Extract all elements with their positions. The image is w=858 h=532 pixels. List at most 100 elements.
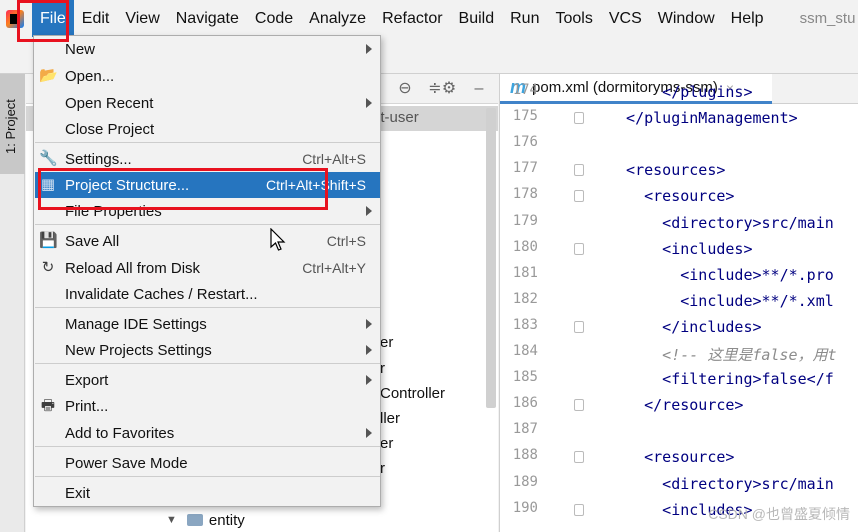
menu-item-label: Reload All from Disk [65, 259, 201, 277]
tree-item[interactable]: er [380, 334, 393, 351]
save-icon: 💾 [39, 232, 58, 249]
code-line[interactable]: <filtering>false</f [608, 370, 834, 388]
file-menu-item-close-project[interactable]: Close Project [35, 116, 380, 142]
submenu-arrow-icon [366, 44, 372, 54]
code-line[interactable]: <resource> [608, 187, 734, 205]
fold-marker-icon[interactable] [574, 164, 584, 177]
fold-marker-icon[interactable] [574, 112, 584, 125]
code-line[interactable]: </pluginManagement> [608, 109, 798, 127]
minimize-icon[interactable]: – [470, 80, 488, 98]
project-tool-label: 1: Project [3, 99, 18, 154]
menu-item-label: Add to Favorites [65, 424, 175, 442]
file-menu-item-power-save-mode[interactable]: Power Save Mode [35, 450, 380, 476]
menu-item-label: New [65, 40, 96, 58]
line-number: 177 [512, 160, 538, 177]
fold-marker-icon[interactable] [574, 503, 584, 516]
fold-marker-icon[interactable] [574, 242, 584, 255]
line-number: 181 [512, 264, 538, 281]
menu-separator [35, 224, 380, 225]
tree-item[interactable]: ller [380, 410, 400, 427]
line-number: 175 [512, 108, 538, 125]
code-line[interactable]: <include>**/*.xml [608, 292, 834, 310]
line-number: 182 [512, 290, 538, 307]
menu-separator [35, 363, 380, 364]
file-menu-item-new-projects-settings[interactable]: New Projects Settings [35, 337, 380, 363]
line-number: 183 [512, 316, 538, 333]
menu-separator [35, 476, 380, 477]
code-line[interactable]: <directory>src/main [608, 214, 834, 232]
tree-item[interactable]: er [380, 435, 393, 452]
menu-item-label: Open Recent [65, 94, 154, 112]
menu-code[interactable]: Code [247, 0, 301, 37]
file-menu-item-print[interactable]: 🖶 Print... [35, 393, 380, 419]
code-line[interactable]: <directory>src/main [608, 475, 834, 493]
line-number: 188 [512, 447, 538, 464]
chevron-down-icon[interactable]: ▼ [166, 514, 177, 526]
line-number: 174 [512, 82, 538, 98]
tree-item-entity[interactable]: ▼ entity [166, 510, 245, 530]
project-tool-window-tab[interactable]: 1: Project [0, 74, 25, 174]
menu-item-label: Invalidate Caches / Restart... [65, 285, 258, 303]
fold-marker-icon[interactable] [574, 190, 584, 203]
menu-view[interactable]: View [117, 0, 167, 37]
code-line[interactable]: <include>**/*.pro [608, 266, 834, 284]
file-menu-item-open-recent[interactable]: Open Recent [35, 90, 380, 116]
menu-vcs[interactable]: VCS [601, 0, 650, 37]
line-number: 186 [512, 395, 538, 412]
package-folder-icon [186, 514, 203, 526]
code-line[interactable]: <includes> [608, 240, 752, 258]
menu-tools[interactable]: Tools [547, 0, 600, 37]
wrench-icon: 🔧 [39, 150, 58, 167]
menu-item-label: Exit [65, 484, 91, 502]
menu-item-label: Print... [65, 397, 109, 415]
code-line[interactable]: </includes> [608, 318, 761, 336]
menu-refactor[interactable]: Refactor [374, 0, 450, 37]
menu-separator [35, 307, 380, 308]
menu-run[interactable]: Run [502, 0, 547, 37]
menu-edit[interactable]: Edit [74, 0, 118, 37]
submenu-arrow-icon [366, 206, 372, 216]
left-tool-stripe: 1: Project [0, 74, 25, 532]
annotation-box-file-menu [17, 0, 69, 42]
file-menu-item-manage-ide-settings[interactable]: Manage IDE Settings [35, 311, 380, 337]
code-line[interactable]: <resource> [608, 448, 734, 466]
fold-marker-icon[interactable] [574, 451, 584, 464]
file-menu-item-new[interactable]: New [35, 36, 380, 62]
gear-icon[interactable]: ⚙ [440, 80, 458, 98]
file-menu-item-save-all[interactable]: 💾 Save All Ctrl+S [35, 228, 380, 254]
menu-item-label: Open... [65, 67, 115, 85]
code-line[interactable]: </plugins> [608, 83, 752, 101]
line-number: 189 [512, 473, 538, 490]
line-number: 187 [512, 421, 538, 438]
code-line[interactable]: <resources> [608, 161, 725, 179]
submenu-arrow-icon [366, 375, 372, 385]
editor-panel: m pom.xml (dormitoryms-ssm) × 174 175 176 1… [499, 74, 858, 532]
file-menu-dropdown: New 📂 Open... Open Recent Close Project 🔧 Sett… [33, 35, 381, 507]
project-scrollbar[interactable] [486, 108, 496, 408]
submenu-arrow-icon [366, 319, 372, 329]
menu-build[interactable]: Build [451, 0, 503, 37]
menu-analyze[interactable]: Analyze [301, 0, 374, 37]
locate-icon[interactable]: ⊖ [396, 80, 414, 98]
file-menu-item-reload-all-from-disk[interactable]: ↻ Reload All from Disk Ctrl+Alt+Y [35, 255, 380, 281]
menu-navigate[interactable]: Navigate [168, 0, 247, 37]
line-number: 180 [512, 238, 538, 255]
file-menu-item-open[interactable]: 📂 Open... [35, 63, 380, 89]
file-menu-item-invalidate-caches-restart[interactable]: Invalidate Caches / Restart... [35, 281, 380, 307]
tree-item[interactable]: Controller [380, 385, 445, 402]
code-line[interactable]: </resource> [608, 396, 743, 414]
file-menu-item-export[interactable]: Export [35, 367, 380, 393]
fold-marker-icon[interactable] [574, 320, 584, 333]
code-line[interactable]: <!-- 这里是false，用t [608, 344, 836, 365]
menu-separator [35, 142, 380, 143]
submenu-arrow-icon [366, 345, 372, 355]
menu-window[interactable]: Window [650, 0, 723, 37]
submenu-arrow-icon [366, 98, 372, 108]
window-project-title: ssm_stu [799, 10, 856, 27]
file-menu-item-add-to-favorites[interactable]: Add to Favorites [35, 420, 380, 446]
mouse-pointer-icon [270, 228, 286, 251]
menu-help[interactable]: Help [723, 0, 772, 37]
file-menu-item-exit[interactable]: Exit [35, 480, 380, 506]
line-number: 179 [512, 212, 538, 229]
fold-marker-icon[interactable] [574, 399, 584, 412]
